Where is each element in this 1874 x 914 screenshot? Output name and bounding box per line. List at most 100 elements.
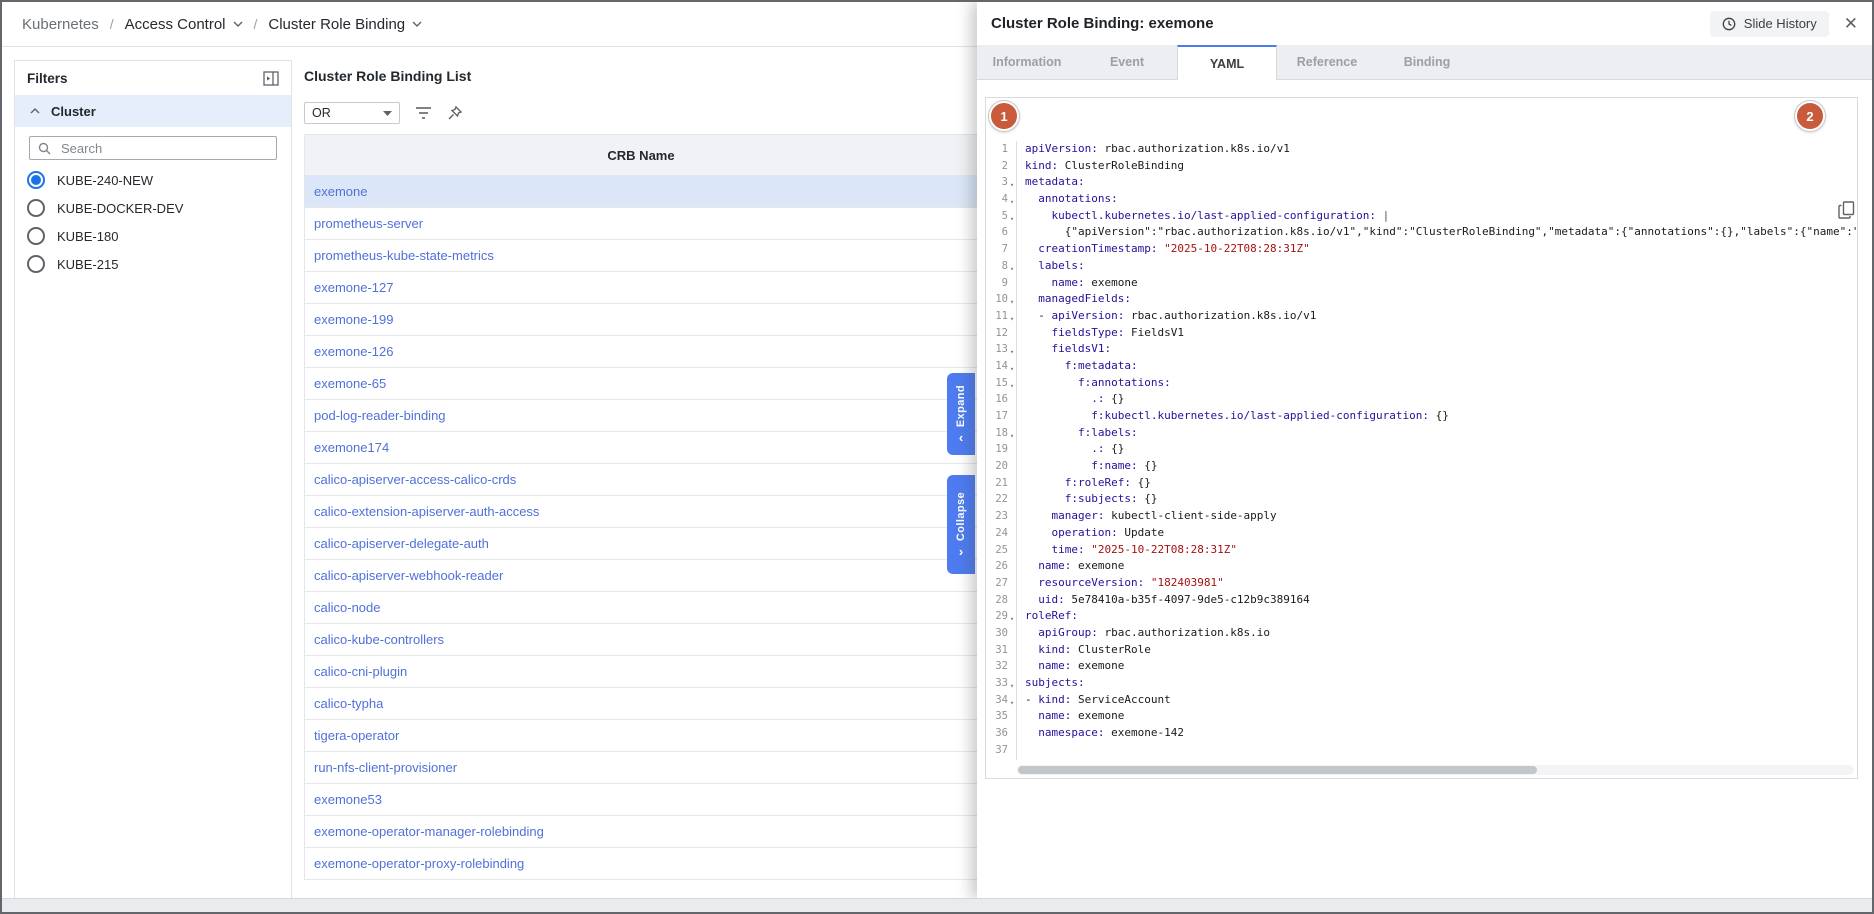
table-row[interactable]: exemone-operator-manager-rolebinding (305, 816, 977, 848)
crb-name-link[interactable]: pod-log-reader-binding (314, 408, 446, 423)
crb-name-link[interactable]: calico-apiserver-webhook-reader (314, 568, 503, 583)
yaml-line: 2kind: ClusterRoleBinding (986, 158, 1856, 175)
expand-label: Expand (955, 385, 967, 427)
table-row[interactable]: exemone-199 (305, 304, 977, 336)
filter-section-cluster[interactable]: Cluster (15, 95, 291, 127)
table-row[interactable]: exemone-127 (305, 272, 977, 304)
scrollbar-thumb[interactable] (1018, 766, 1537, 774)
collapse-button[interactable]: Collapse › (947, 475, 975, 574)
radio-button[interactable] (27, 171, 45, 189)
expand-button[interactable]: Expand ‹ (947, 373, 975, 455)
table-row[interactable]: exemone53 (305, 784, 977, 816)
pin-icon[interactable] (447, 105, 463, 121)
line-number: 23 (986, 508, 1016, 525)
close-icon[interactable]: ✕ (1844, 15, 1858, 32)
table-row[interactable]: calico-extension-apiserver-auth-access (305, 496, 977, 528)
crb-name-link[interactable]: exemone-127 (314, 280, 394, 295)
crb-name-link[interactable]: exemone53 (314, 792, 382, 807)
filter-icon[interactable] (415, 106, 432, 120)
table-row[interactable]: exemone-126 (305, 336, 977, 368)
table-row[interactable]: exemone174 (305, 432, 977, 464)
table-row[interactable]: pod-log-reader-binding (305, 400, 977, 432)
table-row[interactable]: calico-apiserver-delegate-auth (305, 528, 977, 560)
fold-arrow-icon[interactable]: ▾ (1008, 294, 1016, 311)
breadcrumb-separator: / (110, 16, 114, 32)
copy-icon[interactable] (1838, 201, 1855, 219)
tab-yaml[interactable]: YAML (1177, 45, 1277, 80)
fold-arrow-icon[interactable]: ▾ (1008, 428, 1016, 445)
crb-name-link[interactable]: calico-node (314, 600, 381, 615)
crb-name-link[interactable]: calico-kube-controllers (314, 632, 444, 647)
caret-down-icon (383, 111, 392, 116)
search-input[interactable] (59, 140, 268, 157)
crb-name-link[interactable]: prometheus-server (314, 216, 423, 231)
crb-name-link[interactable]: exemone (314, 184, 367, 199)
fold-arrow-icon[interactable]: ▾ (1008, 611, 1016, 628)
fold-arrow-icon[interactable]: ▾ (1008, 261, 1016, 278)
operator-select[interactable]: OR (304, 102, 400, 124)
table-row[interactable]: calico-apiserver-webhook-reader (305, 560, 977, 592)
breadcrumb-access-control[interactable]: Access Control (125, 16, 243, 33)
crb-name-link[interactable]: exemone174 (314, 440, 389, 455)
slide-history-button[interactable]: Slide History (1710, 11, 1829, 37)
tab-reference[interactable]: Reference (1277, 45, 1377, 79)
yaml-code[interactable]: 1apiVersion: rbac.authorization.k8s.io/v… (986, 141, 1856, 760)
tab-binding[interactable]: Binding (1377, 45, 1477, 79)
fold-arrow-icon[interactable]: ▾ (1008, 211, 1016, 228)
fold-arrow-icon[interactable]: ▾ (1008, 194, 1016, 211)
crb-name-link[interactable]: tigera-operator (314, 728, 399, 743)
table-row[interactable]: prometheus-server (305, 208, 977, 240)
fold-arrow-icon[interactable]: ▾ (1008, 361, 1016, 378)
radio-button[interactable] (27, 227, 45, 245)
crb-name-link[interactable]: exemone-operator-manager-rolebinding (314, 824, 544, 839)
crb-name-link[interactable]: run-nfs-client-provisioner (314, 760, 457, 775)
table-row[interactable]: run-nfs-client-provisioner (305, 752, 977, 784)
breadcrumb-cluster-role-binding[interactable]: Cluster Role Binding (268, 16, 422, 33)
table-row[interactable]: exemone (305, 176, 977, 208)
table-row[interactable]: tigera-operator (305, 720, 977, 752)
table-row[interactable]: calico-node (305, 592, 977, 624)
table-row[interactable]: exemone-operator-proxy-rolebinding (305, 848, 977, 880)
list-title: Cluster Role Binding List (304, 68, 471, 84)
table-row[interactable]: calico-apiserver-access-calico-crds (305, 464, 977, 496)
yaml-line-text: roleRef: (1016, 608, 1078, 625)
tab-event[interactable]: Event (1077, 45, 1177, 79)
crb-name-link[interactable]: exemone-126 (314, 344, 394, 359)
yaml-line: 27 resourceVersion: "182403981" (986, 575, 1856, 592)
tab-information[interactable]: Information (977, 45, 1077, 79)
fold-arrow-icon[interactable]: ▾ (1008, 344, 1016, 361)
crb-name-link[interactable]: calico-extension-apiserver-auth-access (314, 504, 539, 519)
table-row[interactable]: calico-cni-plugin (305, 656, 977, 688)
crb-name-link[interactable]: exemone-65 (314, 376, 386, 391)
table-row[interactable]: exemone-65 (305, 368, 977, 400)
table-row[interactable]: calico-kube-controllers (305, 624, 977, 656)
crb-name-link[interactable]: calico-apiserver-access-calico-crds (314, 472, 516, 487)
fold-arrow-icon[interactable]: ▾ (1008, 378, 1016, 395)
yaml-line-text: f:metadata: (1016, 358, 1138, 375)
collapse-panel-icon[interactable] (263, 71, 279, 86)
cluster-option-kube-180[interactable]: KUBE-180 (15, 222, 291, 250)
table-row[interactable]: prometheus-kube-state-metrics (305, 240, 977, 272)
breadcrumb-access-control-label: Access Control (125, 16, 226, 33)
radio-button[interactable] (27, 199, 45, 217)
bottom-scrollbar-strip (2, 898, 1872, 912)
cluster-option-kube-240-new[interactable]: KUBE-240-NEW (15, 166, 291, 194)
crb-name-link[interactable]: exemone-operator-proxy-rolebinding (314, 856, 524, 871)
crb-name-link[interactable]: exemone-199 (314, 312, 394, 327)
table-row[interactable]: calico-typha (305, 688, 977, 720)
cluster-option-kube-215[interactable]: KUBE-215 (15, 250, 291, 278)
fold-arrow-icon[interactable]: ▾ (1008, 311, 1016, 328)
crb-name-link[interactable]: calico-typha (314, 696, 383, 711)
yaml-line-text: labels: (1016, 258, 1085, 275)
fold-arrow-icon[interactable]: ▾ (1008, 177, 1016, 194)
line-number: 21 (986, 475, 1016, 492)
crb-name-link[interactable]: prometheus-kube-state-metrics (314, 248, 494, 263)
radio-button[interactable] (27, 255, 45, 273)
horizontal-scrollbar[interactable] (1017, 765, 1854, 775)
cluster-option-kube-docker-dev[interactable]: KUBE-DOCKER-DEV (15, 194, 291, 222)
fold-arrow-icon[interactable]: ▾ (1008, 695, 1016, 712)
crb-name-link[interactable]: calico-apiserver-delegate-auth (314, 536, 489, 551)
fold-arrow-icon[interactable]: ▾ (1008, 678, 1016, 695)
line-number: 26 (986, 558, 1016, 575)
crb-name-link[interactable]: calico-cni-plugin (314, 664, 407, 679)
